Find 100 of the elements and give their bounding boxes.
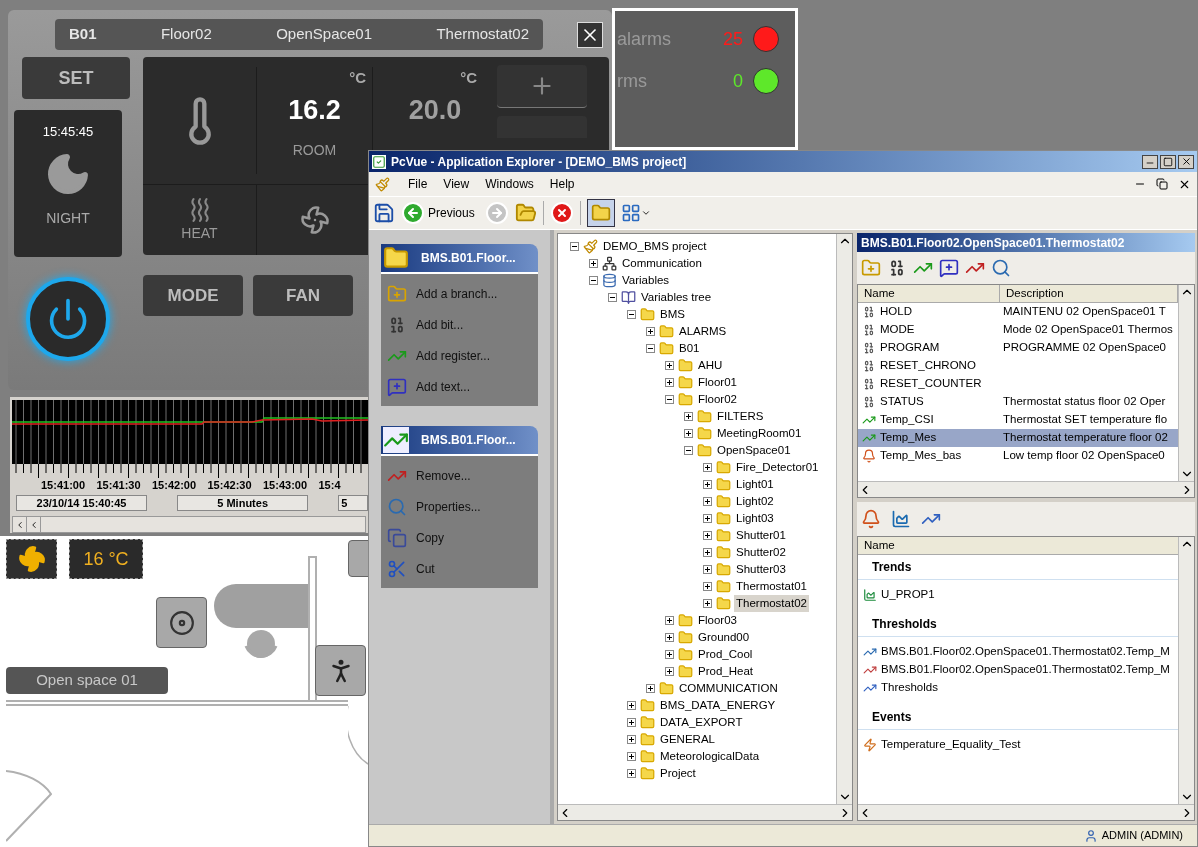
- tree-item[interactable]: Prod_Cool: [696, 645, 755, 664]
- tree-item[interactable]: Prod_Heat: [696, 662, 755, 681]
- previous-button[interactable]: Previous: [401, 201, 475, 225]
- link-item[interactable]: Thresholds: [858, 679, 1178, 697]
- increase-button[interactable]: [497, 65, 587, 108]
- table-row[interactable]: RESET_CHRONO: [858, 357, 1178, 375]
- task-item[interactable]: Add a branch...: [381, 278, 538, 309]
- task-item[interactable]: Add text...: [381, 371, 538, 402]
- tree-item[interactable]: Communication: [620, 254, 704, 273]
- task-item[interactable]: Add bit...: [381, 309, 538, 340]
- power-button[interactable]: [26, 277, 110, 361]
- tree-item[interactable]: Shutter01: [734, 526, 788, 545]
- tree-item[interactable]: Floor03: [696, 611, 739, 630]
- tree-item[interactable]: DEMO_BMS project: [601, 237, 709, 256]
- vertical-scrollbar[interactable]: [1178, 285, 1194, 481]
- tree-item[interactable]: DATA_EXPORT: [658, 713, 745, 732]
- expander-icon[interactable]: [703, 548, 712, 557]
- set-button[interactable]: SET: [22, 57, 130, 99]
- column-header[interactable]: Name: [858, 285, 1000, 302]
- folders-button[interactable]: [586, 199, 615, 227]
- table-row[interactable]: STATUS Thermostat status floor 02 Oper: [858, 393, 1178, 411]
- expander-icon[interactable]: [589, 276, 598, 285]
- mode-button[interactable]: FAN: [253, 275, 353, 316]
- tree-item[interactable]: MeteorologicalData: [658, 747, 762, 766]
- expander-icon[interactable]: [646, 344, 655, 353]
- expander-icon[interactable]: [570, 242, 579, 251]
- tree-item[interactable]: FILTERS: [715, 407, 766, 426]
- horizontal-scrollbar[interactable]: [858, 481, 1194, 497]
- tree-item[interactable]: Floor02: [696, 390, 739, 409]
- view-button[interactable]: [620, 203, 651, 223]
- expander-icon[interactable]: [703, 582, 712, 591]
- horizontal-scrollbar[interactable]: [858, 804, 1194, 820]
- tree-item[interactable]: COMMUNICATION: [677, 679, 780, 698]
- link-item[interactable]: Temperature_Equality_Test: [858, 736, 1178, 754]
- close-button[interactable]: [1178, 154, 1194, 169]
- table-row[interactable]: RESET_COUNTER: [858, 375, 1178, 393]
- tree-item[interactable]: Shutter03: [734, 560, 788, 579]
- tree-item[interactable]: Variables tree: [639, 288, 714, 307]
- expander-icon[interactable]: [703, 514, 712, 523]
- expander-icon[interactable]: [665, 616, 674, 625]
- stop-button[interactable]: [549, 201, 574, 225]
- tree-item[interactable]: B01: [677, 339, 702, 358]
- expander-icon[interactable]: [703, 565, 712, 574]
- tree-item[interactable]: Variables: [620, 271, 672, 290]
- horizontal-scrollbar[interactable]: [558, 804, 852, 820]
- tree-item[interactable]: BMS: [658, 305, 687, 324]
- tree-item[interactable]: Fire_Detector01: [734, 458, 821, 477]
- task-item[interactable]: Copy: [381, 522, 538, 553]
- expander-icon[interactable]: [684, 412, 693, 421]
- column-header[interactable]: Name: [858, 537, 1178, 555]
- table-row[interactable]: Temp_Mes Thermostat temperature floor 02: [858, 429, 1178, 447]
- expander-icon[interactable]: [589, 259, 598, 268]
- table-row[interactable]: Temp_CSI Thermostat SET temperature flo: [858, 411, 1178, 429]
- tree-item[interactable]: Shutter02: [734, 543, 788, 562]
- smoke-detector-button[interactable]: [156, 597, 207, 648]
- menu-item[interactable]: Help: [541, 175, 583, 193]
- maximize-button[interactable]: [1160, 154, 1176, 169]
- save-button[interactable]: [373, 202, 395, 224]
- task-item[interactable]: Add register...: [381, 340, 538, 371]
- tree-item[interactable]: Project: [658, 764, 698, 783]
- table-row[interactable]: HOLD MAINTENU 02 OpenSpace01 T: [858, 303, 1178, 321]
- fan-tile[interactable]: [6, 539, 57, 579]
- expander-icon[interactable]: [665, 395, 674, 404]
- expander-icon[interactable]: [684, 446, 693, 455]
- expander-icon[interactable]: [646, 684, 655, 693]
- tree-item[interactable]: Floor01: [696, 373, 739, 392]
- expander-icon[interactable]: [703, 497, 712, 506]
- table-row[interactable]: PROGRAM PROGRAMME 02 OpenSpace0: [858, 339, 1178, 357]
- vertical-scrollbar[interactable]: [1178, 537, 1194, 804]
- motion-sensor-button[interactable]: [315, 645, 366, 696]
- expander-icon[interactable]: [703, 531, 712, 540]
- task-item[interactable]: Properties...: [381, 491, 538, 522]
- expander-icon[interactable]: [665, 361, 674, 370]
- task-item[interactable]: Remove...: [381, 460, 538, 491]
- table-row[interactable]: Temp_Mes_bas Low temp floor 02 OpenSpace0: [858, 447, 1178, 465]
- mode-button[interactable]: MODE: [143, 275, 243, 316]
- expander-icon[interactable]: [665, 633, 674, 642]
- up-folder-button[interactable]: [514, 202, 537, 224]
- expander-icon[interactable]: [665, 378, 674, 387]
- expander-icon[interactable]: [646, 327, 655, 336]
- menu-item[interactable]: View: [435, 175, 478, 193]
- link-item[interactable]: BMS.B01.Floor02.OpenSpace01.Thermostat02.Temp_M: [858, 661, 1178, 679]
- expander-icon[interactable]: [627, 701, 636, 710]
- expander-icon[interactable]: [665, 667, 674, 676]
- expander-icon[interactable]: [703, 463, 712, 472]
- task-group-header[interactable]: BMS.B01.Floor...: [381, 244, 538, 274]
- tree-item[interactable]: GENERAL: [658, 730, 717, 749]
- tree-item[interactable]: Ground00: [696, 628, 752, 647]
- expander-icon[interactable]: [627, 310, 636, 319]
- task-group-header[interactable]: BMS.B01.Floor...: [381, 426, 538, 456]
- tree-item[interactable]: OpenSpace01: [715, 441, 793, 460]
- expander-icon[interactable]: [608, 293, 617, 302]
- tree-item[interactable]: Thermostat02: [734, 594, 809, 613]
- expander-icon[interactable]: [627, 718, 636, 727]
- expander-icon[interactable]: [627, 752, 636, 761]
- expander-icon[interactable]: [665, 650, 674, 659]
- expander-icon[interactable]: [627, 769, 636, 778]
- link-item[interactable]: BMS.B01.Floor02.OpenSpace01.Thermostat02.Temp_M: [858, 643, 1178, 661]
- expander-icon[interactable]: [703, 599, 712, 608]
- tree-item[interactable]: MeetingRoom01: [715, 424, 804, 443]
